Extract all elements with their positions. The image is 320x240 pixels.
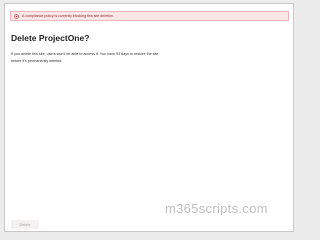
delete-site-dialog: A compliance policy is currently blockin… <box>4 3 294 232</box>
dialog-title: Delete ProjectOne? <box>11 33 90 43</box>
error-circle-icon <box>14 13 19 19</box>
delete-button[interactable]: Delete <box>11 220 39 229</box>
dialog-description: If you delete this site, users won't be … <box>11 51 211 65</box>
dialog-description-line-1: If you delete this site, users won't be … <box>11 52 159 56</box>
dialog-description-line-2: before it's permanently deleted. <box>11 59 63 63</box>
watermark: m365scripts.com <box>165 201 268 216</box>
error-banner-message: A compliance policy is currently blockin… <box>22 14 114 18</box>
error-banner: A compliance policy is currently blockin… <box>10 11 289 21</box>
